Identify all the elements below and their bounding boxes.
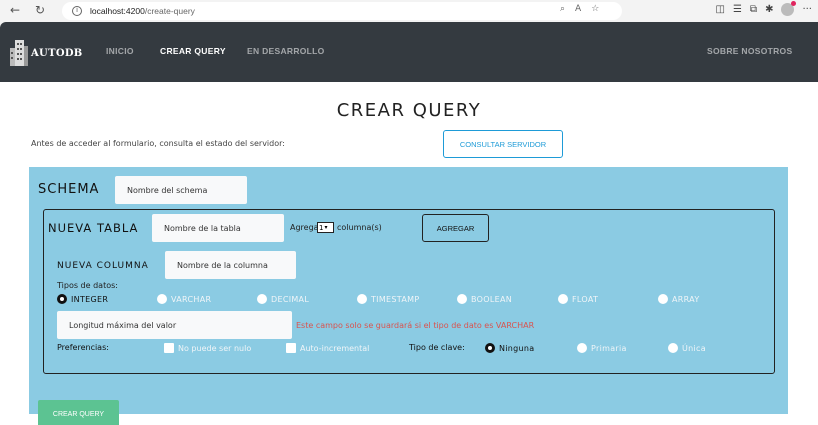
nav-en-desarrollo[interactable]: EN DESARROLLO xyxy=(247,46,325,56)
more-menu-icon[interactable]: ··· xyxy=(802,4,812,15)
longitud-maxima-input[interactable]: Longitud máxima del valor xyxy=(57,311,292,339)
nueva-tabla-label: NUEVA TABLA xyxy=(48,221,139,235)
radio-varchar[interactable]: VARCHAR xyxy=(157,294,211,304)
radio-clave-primaria[interactable]: Primaria xyxy=(577,343,627,353)
radio-clave-unica[interactable]: Única xyxy=(668,343,706,353)
radio-clave-ninguna[interactable]: Ninguna xyxy=(485,343,535,353)
tabla-name-input[interactable]: Nombre de la tabla xyxy=(152,214,284,242)
read-aloud-icon[interactable]: A xyxy=(575,4,581,14)
checkbox-no-nulo[interactable]: No puede ser nulo xyxy=(164,343,251,353)
favorite-star-icon[interactable]: ☆ xyxy=(591,4,599,14)
back-icon[interactable]: ← xyxy=(6,3,24,17)
radio-array[interactable]: ARRAY xyxy=(658,294,700,304)
select-value: 1 xyxy=(319,223,324,232)
radio-timestamp[interactable]: TIMESTAMP xyxy=(357,294,419,304)
info-icon[interactable]: i xyxy=(72,6,82,16)
url-host: localhost:4200 xyxy=(90,6,145,16)
columnas-text: columna(s) xyxy=(337,223,382,232)
nav-sobre-nosotros[interactable]: SOBRE NOSOTROS xyxy=(707,46,792,56)
checkbox-auto-incremental[interactable]: Auto-incremental xyxy=(286,343,369,353)
radio-decimal[interactable]: DECIMAL xyxy=(257,294,309,304)
collections-icon[interactable]: ⧉ xyxy=(750,4,757,15)
split-screen-icon[interactable]: ◫ xyxy=(716,4,725,15)
columnas-count-select[interactable]: 1 ▾ xyxy=(317,222,334,233)
brand-name[interactable]: AUTODB xyxy=(31,48,83,59)
building-logo-icon[interactable] xyxy=(10,40,28,66)
navbar: AUTODB INICIO CREAR QUERY EN DESARROLLO … xyxy=(0,22,818,82)
columna-name-input[interactable]: Nombre de la columna xyxy=(165,251,296,279)
nueva-tabla-box: NUEVA TABLA Nombre de la tabla Agregar 1… xyxy=(43,209,775,374)
schema-name-input[interactable]: Nombre del schema xyxy=(115,176,247,204)
varchar-warning: Este campo solo se guardará si el tipo d… xyxy=(296,321,535,330)
schema-label: SCHEMA xyxy=(38,182,100,197)
browser-toolbar: ← ↻ i localhost:4200/create-query ⌕ A ☆ … xyxy=(0,0,818,22)
radio-integer[interactable]: INTEGER xyxy=(57,294,108,304)
address-bar[interactable]: i localhost:4200/create-query xyxy=(62,2,622,20)
extensions-icon[interactable]: ✱ xyxy=(765,4,773,15)
nav-crear-query[interactable]: CREAR QUERY xyxy=(160,46,226,56)
crear-query-button[interactable]: CREAR QUERY xyxy=(38,400,119,425)
chevron-down-icon: ▾ xyxy=(324,224,328,231)
schema-panel: SCHEMA Nombre del schema NUEVA TABLA Nom… xyxy=(29,167,788,425)
page-viewport: AUTODB INICIO CREAR QUERY EN DESARROLLO … xyxy=(0,22,818,425)
nav-inicio[interactable]: INICIO xyxy=(106,46,134,56)
zoom-icon[interactable]: ⌕ xyxy=(560,4,565,14)
consultar-servidor-button[interactable]: CONSULTAR SERVIDOR xyxy=(443,130,563,158)
nueva-columna-label: NUEVA COLUMNA xyxy=(57,261,149,271)
radio-float[interactable]: FLOAT xyxy=(558,294,598,304)
server-instructions: Antes de acceder al formulario, consulta… xyxy=(31,139,285,148)
favorites-icon[interactable]: ☰ xyxy=(733,4,742,15)
tipos-label: Tipos de datos: xyxy=(57,281,118,290)
agregar-button[interactable]: AGREGAR xyxy=(422,214,489,242)
preferencias-label: Preferencias: xyxy=(57,343,109,352)
radio-boolean[interactable]: BOOLEAN xyxy=(457,294,512,304)
reload-icon[interactable]: ↻ xyxy=(31,3,49,17)
page-title: CREAR QUERY xyxy=(336,100,482,121)
profile-avatar[interactable] xyxy=(781,1,797,16)
url-path: /create-query xyxy=(144,6,195,16)
tipo-clave-label: Tipo de clave: xyxy=(409,343,465,352)
